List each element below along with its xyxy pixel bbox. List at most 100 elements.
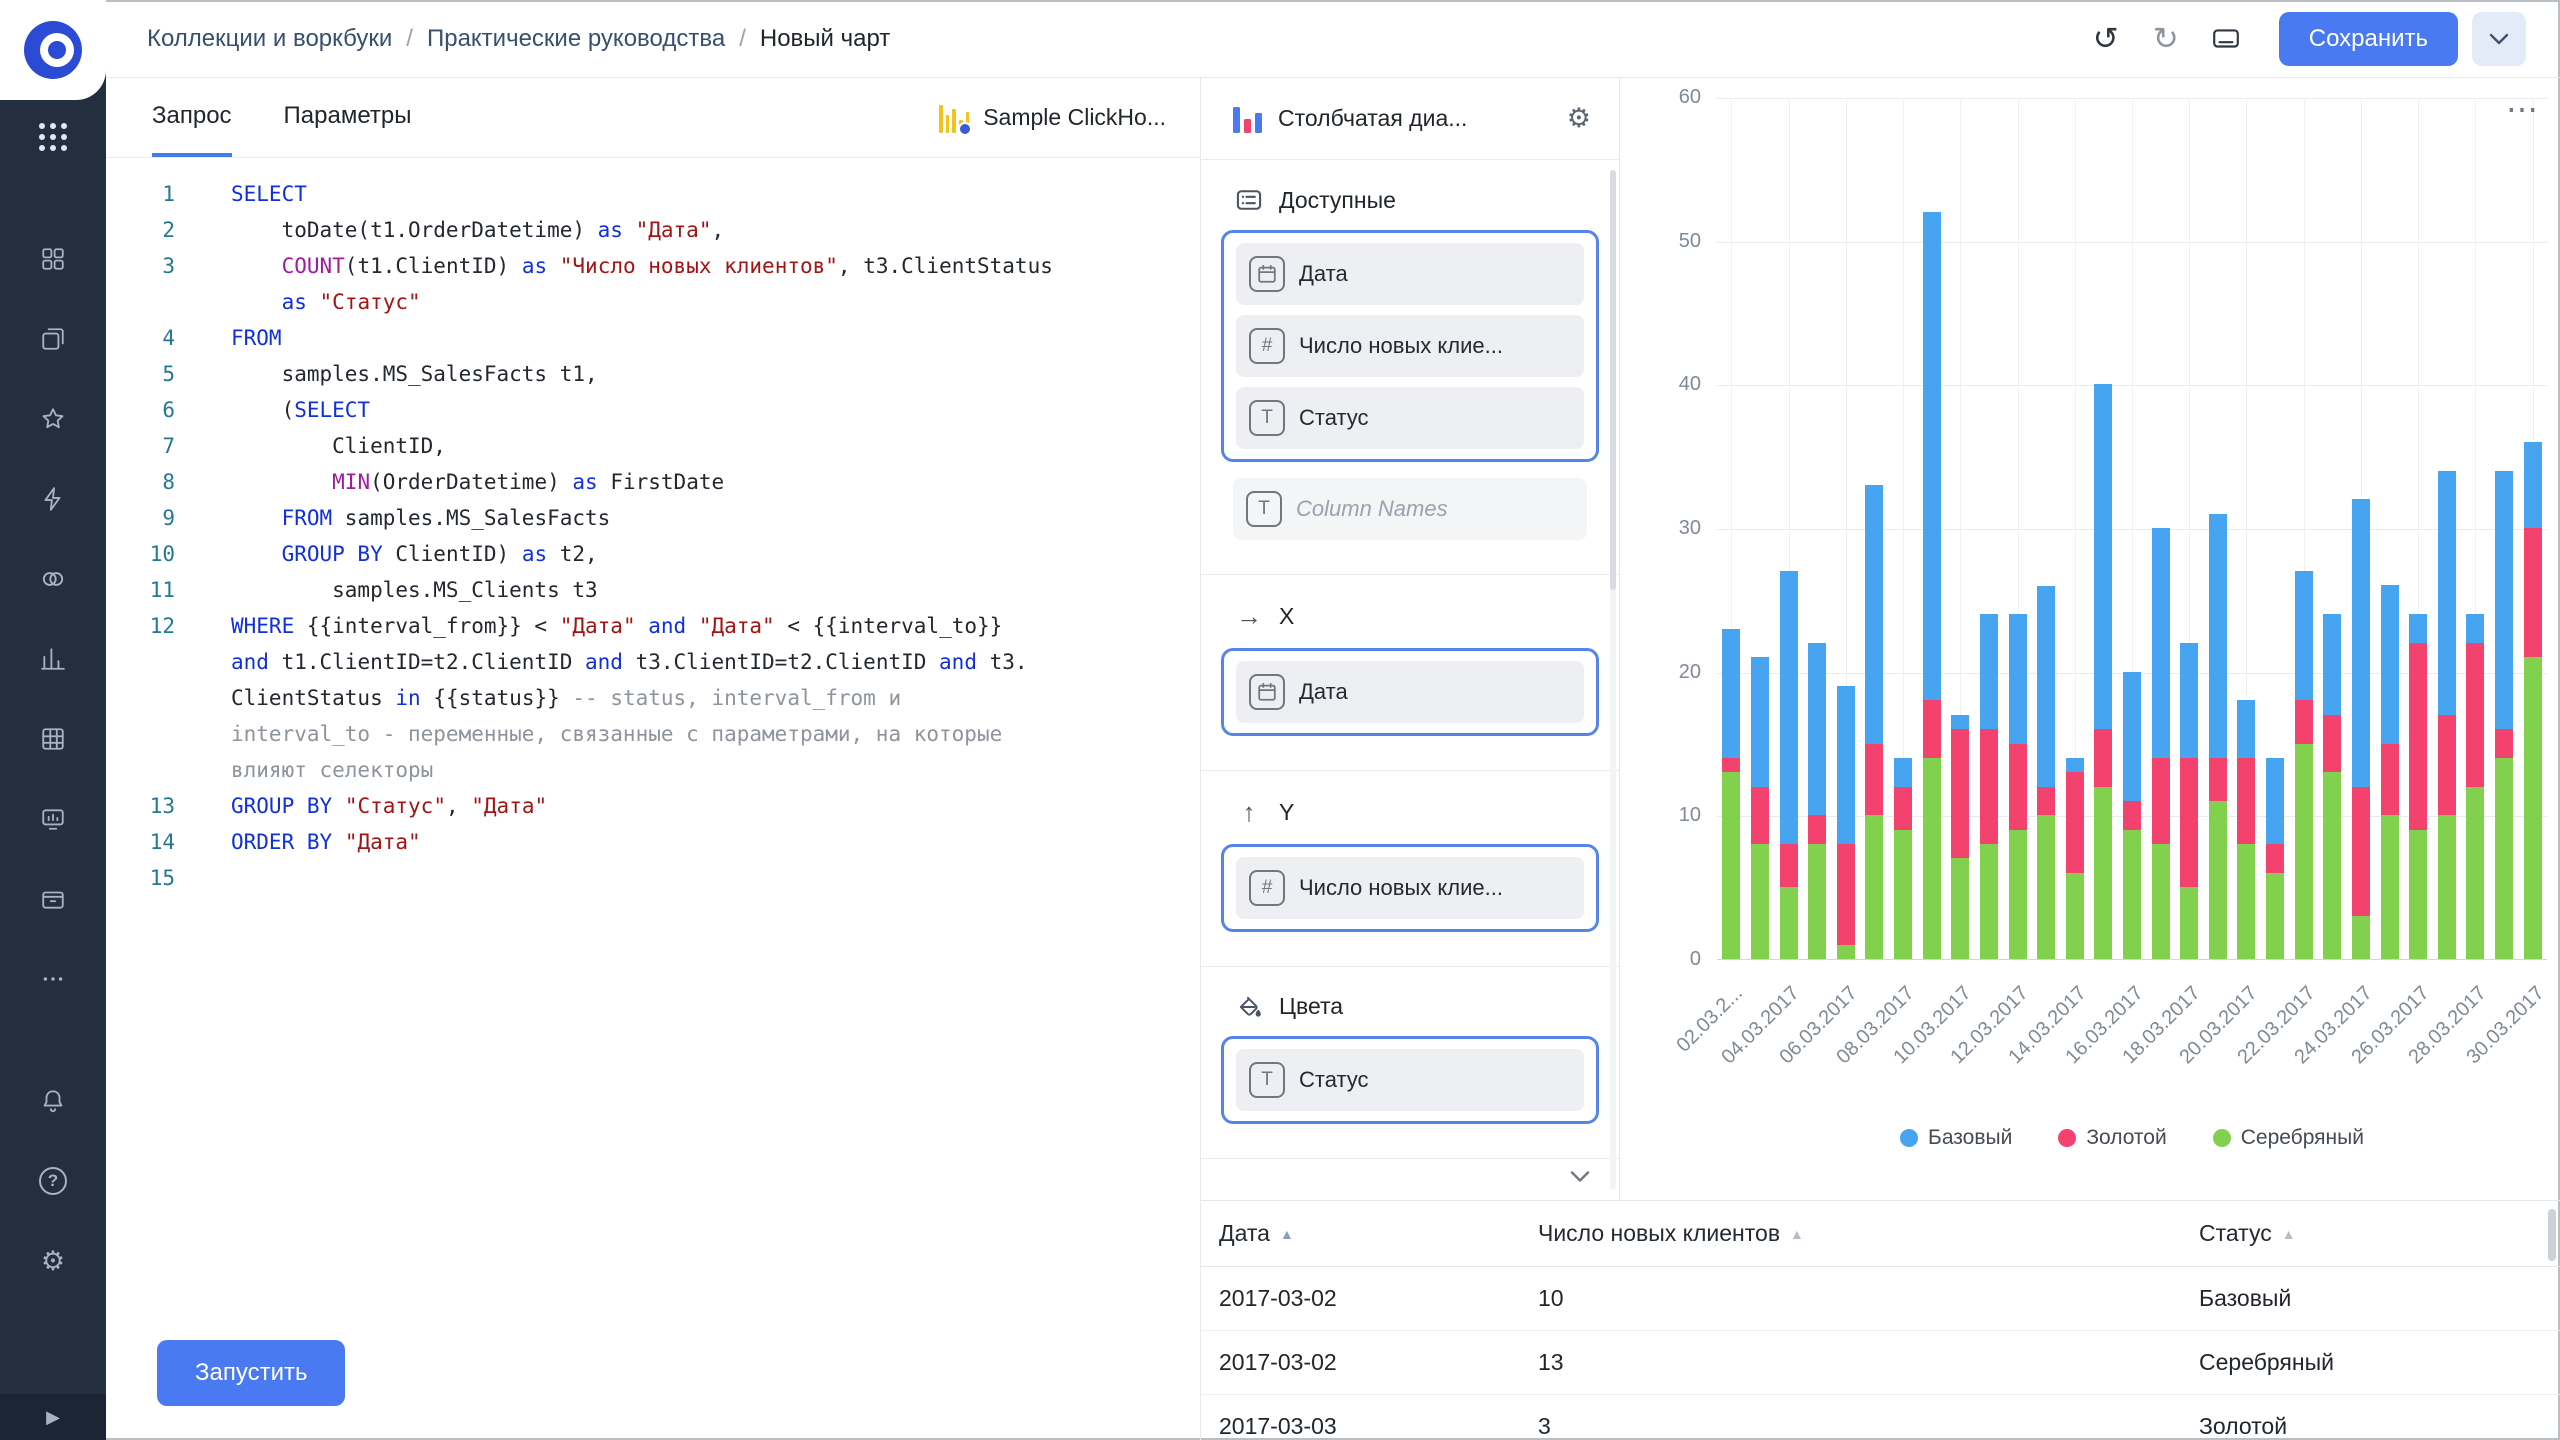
chart-bar[interactable] — [2237, 700, 2255, 959]
chart-bar[interactable] — [2381, 585, 2399, 959]
chart-bar[interactable] — [2180, 643, 2198, 959]
sql-editor[interactable]: 1SELECT2 toDate(t1.OrderDatetime) as "Да… — [106, 158, 1200, 1440]
datalens-logo[interactable] — [0, 0, 106, 100]
chart-bar[interactable] — [1837, 686, 1855, 959]
chart-bar[interactable] — [1865, 485, 1883, 959]
table-grid-icon[interactable] — [28, 714, 78, 764]
code-line[interactable]: 14ORDER BY "Дата" — [106, 824, 1200, 860]
field-pill-status[interactable]: T Статус — [1236, 387, 1584, 449]
chart-bar[interactable] — [1751, 657, 1769, 959]
code-line[interactable]: 15 — [106, 860, 1200, 896]
chart-bar[interactable] — [2094, 384, 2112, 959]
keyboard-icon[interactable] — [2203, 16, 2249, 62]
storage-box-icon[interactable] — [28, 874, 78, 924]
code-line[interactable]: 6 (SELECT — [106, 392, 1200, 428]
apps-grid-icon[interactable] — [28, 112, 78, 162]
chart-settings-gear-icon[interactable]: ⚙ — [1567, 103, 1591, 134]
chart-bar[interactable] — [2438, 471, 2456, 959]
monitor-chart-icon[interactable] — [28, 794, 78, 844]
field-pill-placeholder[interactable]: T Column Names — [1233, 478, 1587, 540]
code-line[interactable]: 9 FROM samples.MS_SalesFacts — [106, 500, 1200, 536]
chart-bar[interactable] — [1951, 715, 1969, 959]
column-header-status[interactable]: Статус ▲ — [2199, 1220, 2560, 1247]
colors-shelf-dropzone[interactable]: T Статус — [1221, 1036, 1599, 1124]
redo-icon[interactable]: ↻ — [2143, 16, 2189, 62]
code-line[interactable]: 13GROUP BY "Статус", "Дата" — [106, 788, 1200, 824]
chart-bar[interactable] — [2323, 614, 2341, 959]
code-line[interactable]: 2 toDate(t1.OrderDatetime) as "Дата", — [106, 212, 1200, 248]
chart-bar[interactable] — [2266, 758, 2284, 959]
chart-bar[interactable] — [1980, 614, 1998, 959]
code-line[interactable]: 4FROM — [106, 320, 1200, 356]
chart-bar[interactable] — [1808, 643, 1826, 959]
favorites-star-icon[interactable] — [28, 394, 78, 444]
field-pill-date[interactable]: Дата — [1236, 243, 1584, 305]
connection-selector[interactable]: Sample ClickHo... — [939, 78, 1166, 157]
chart-bar[interactable] — [1780, 571, 1798, 959]
field-pill-new-clients-y[interactable]: # Число новых клие... — [1236, 857, 1584, 919]
chart-type-selector[interactable]: Столбчатая диа... — [1278, 105, 1551, 132]
breadcrumb-guides[interactable]: Практические руководства — [427, 25, 725, 53]
code-line[interactable]: and t1.ClientID=t2.ClientID and t3.Clien… — [106, 644, 1200, 680]
field-pill-status-colors[interactable]: T Статус — [1236, 1049, 1584, 1111]
save-button[interactable]: Сохранить — [2279, 12, 2458, 66]
chart-bar[interactable] — [2123, 672, 2141, 959]
charts-icon[interactable] — [28, 634, 78, 684]
field-pill-new-clients[interactable]: # Число новых клие... — [1236, 315, 1584, 377]
code-line[interactable]: 12WHERE {{interval_from}} < "Дата" and "… — [106, 608, 1200, 644]
chart-bar[interactable] — [2152, 528, 2170, 959]
code-line[interactable]: 7 ClientID, — [106, 428, 1200, 464]
code-line[interactable]: 11 samples.MS_Clients t3 — [106, 572, 1200, 608]
legend-item[interactable]: Базовый — [1900, 1126, 2012, 1150]
chart-bar[interactable] — [2009, 614, 2027, 959]
code-line[interactable]: 10 GROUP BY ClientID) as t2, — [106, 536, 1200, 572]
legend-item[interactable]: Золотой — [2058, 1126, 2166, 1150]
y-shelf-dropzone[interactable]: # Число новых клие... — [1221, 844, 1599, 932]
fields-scrollbar[interactable] — [1610, 170, 1616, 1190]
code-line[interactable]: 1SELECT — [106, 176, 1200, 212]
settings-gear-icon[interactable]: ⚙ — [28, 1236, 78, 1286]
more-ellipsis-icon[interactable] — [28, 954, 78, 1004]
chart-bar[interactable] — [2209, 514, 2227, 959]
chart-bar[interactable] — [2037, 586, 2055, 960]
tab-parameters[interactable]: Параметры — [284, 78, 412, 157]
undo-icon[interactable]: ↺ — [2083, 16, 2129, 62]
code-line[interactable]: 3 COUNT(t1.ClientID) as "Число новых кли… — [106, 248, 1200, 284]
scroll-more-chevron-icon[interactable] — [1569, 1170, 1591, 1186]
available-fields-dropzone[interactable]: Дата # Число новых клие... T Статус — [1221, 230, 1599, 462]
code-line[interactable]: влияют селекторы — [106, 752, 1200, 788]
column-header-date[interactable]: Дата ▲ — [1219, 1220, 1538, 1247]
chart-bar[interactable] — [1923, 212, 1941, 959]
help-question-icon[interactable]: ? — [28, 1156, 78, 1206]
chart-bar[interactable] — [2066, 758, 2084, 959]
datasets-rings-icon[interactable] — [28, 554, 78, 604]
sidebar-expand-button[interactable]: ▶ — [0, 1394, 106, 1440]
chart-bar[interactable] — [2466, 614, 2484, 959]
code-line[interactable]: 5 samples.MS_SalesFacts t1, — [106, 356, 1200, 392]
save-more-button[interactable] — [2472, 12, 2526, 66]
chart-bar[interactable] — [2352, 499, 2370, 959]
field-pill-date-x[interactable]: Дата — [1236, 661, 1584, 723]
run-button[interactable]: Запустить — [157, 1340, 345, 1406]
table-scrollbar[interactable] — [2548, 1209, 2556, 1261]
dashboard-icon[interactable] — [28, 234, 78, 284]
code-line[interactable]: interval_to - переменные, связанные с па… — [106, 716, 1200, 752]
tab-query[interactable]: Запрос — [152, 78, 232, 157]
connections-lightning-icon[interactable] — [28, 474, 78, 524]
breadcrumb-collections[interactable]: Коллекции и воркбуки — [147, 25, 392, 53]
column-header-new-clients[interactable]: Число новых клиентов ▲ — [1538, 1220, 2199, 1247]
chart-bar[interactable] — [1894, 758, 1912, 959]
collections-icon[interactable] — [28, 314, 78, 364]
chart-menu-button[interactable]: ⋯ — [2506, 90, 2538, 128]
code-line[interactable]: as "Статус" — [106, 284, 1200, 320]
legend-item[interactable]: Серебряный — [2213, 1126, 2364, 1150]
notifications-bell-icon[interactable] — [28, 1076, 78, 1126]
chart-bar[interactable] — [2495, 471, 2513, 959]
chart-bar[interactable] — [2524, 442, 2542, 959]
chart-bar[interactable] — [1722, 629, 1740, 959]
chart-bar[interactable] — [2409, 614, 2427, 959]
code-line[interactable]: ClientStatus in {{status}} -- status, in… — [106, 680, 1200, 716]
chart-bar[interactable] — [2295, 571, 2313, 959]
code-line[interactable]: 8 MIN(OrderDatetime) as FirstDate — [106, 464, 1200, 500]
x-shelf-dropzone[interactable]: Дата — [1221, 648, 1599, 736]
